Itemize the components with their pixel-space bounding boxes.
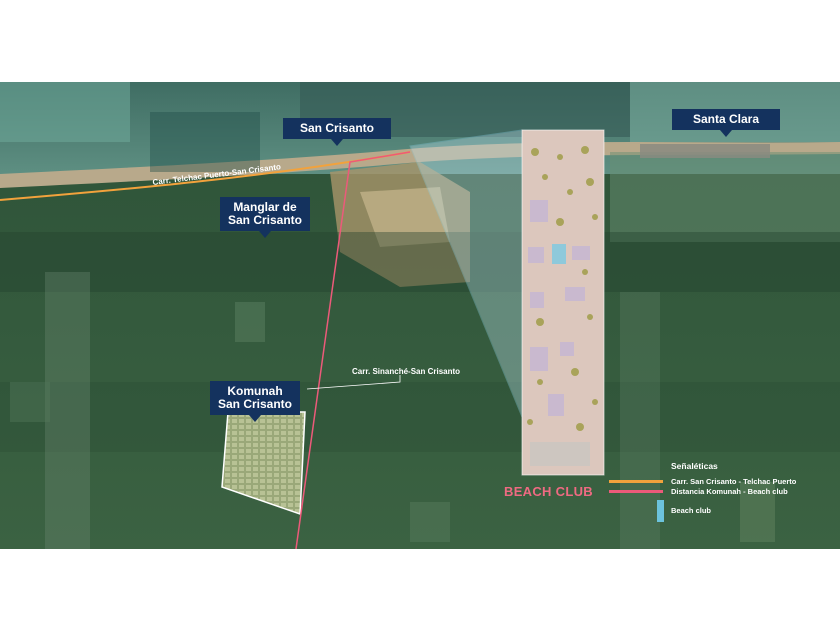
road-label-sinanche: Carr. Sinanché-San Crisanto: [352, 367, 461, 376]
legend-swatch-blue: [657, 500, 664, 522]
label-manglar: Manglar de San Crisanto: [220, 197, 310, 238]
santa-clara-town: [640, 144, 770, 158]
legend-label-beach-club: Beach club: [671, 506, 712, 515]
beach-club-detail: [521, 129, 605, 476]
label-san-crisanto: San Crisanto: [283, 118, 391, 146]
legend-title: Señaléticas: [671, 461, 718, 471]
label-komunah: Komunah San Crisanto: [210, 381, 300, 422]
label-santa-clara: Santa Clara: [672, 109, 780, 137]
legend-label-distance: Distancia Komunah - Beach club: [671, 487, 788, 496]
beach-club-title: BEACH CLUB: [504, 484, 593, 499]
legend-label-road: Carr. San Crisanto - Telchac Puerto: [671, 477, 797, 486]
legend-line-pink: [609, 490, 663, 493]
legend-line-orange: [609, 480, 663, 483]
